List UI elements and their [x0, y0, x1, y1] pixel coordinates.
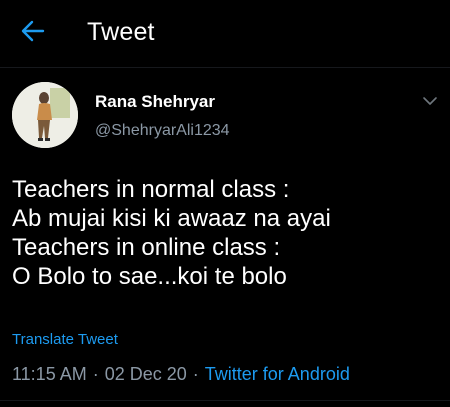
avatar[interactable] — [12, 82, 78, 148]
tweet-time: 11:15 AM — [12, 364, 87, 384]
top-bar: Tweet — [0, 0, 450, 68]
divider — [0, 400, 450, 401]
meta-separator: · — [92, 364, 99, 384]
tweet-date: 02 Dec 20 — [104, 364, 187, 384]
translate-tweet-link[interactable]: Translate Tweet — [12, 331, 118, 348]
tweet-line: Teachers in normal class : — [12, 176, 290, 203]
user-display-name[interactable]: Rana Shehryar — [95, 92, 215, 112]
user-handle[interactable]: @ShehryarAli1234 — [95, 122, 230, 140]
tweet-line: O Bolo to sae...koi te bolo — [12, 263, 287, 290]
tweet-source-link[interactable]: Twitter for Android — [205, 364, 350, 384]
chevron-down-icon[interactable] — [422, 94, 438, 106]
page-title: Tweet — [87, 18, 155, 46]
back-arrow-icon[interactable] — [20, 18, 46, 44]
tweet-line: Ab mujai kisi ki awaaz na ayai — [12, 205, 331, 232]
tweet-body: Teachers in normal class : Ab mujai kisi… — [12, 175, 442, 291]
meta-separator: · — [192, 364, 199, 384]
tweet-line: Teachers in online class : — [12, 234, 281, 261]
tweet-meta: 11:15 AM · 02 Dec 20 · Twitter for Android — [12, 364, 350, 385]
